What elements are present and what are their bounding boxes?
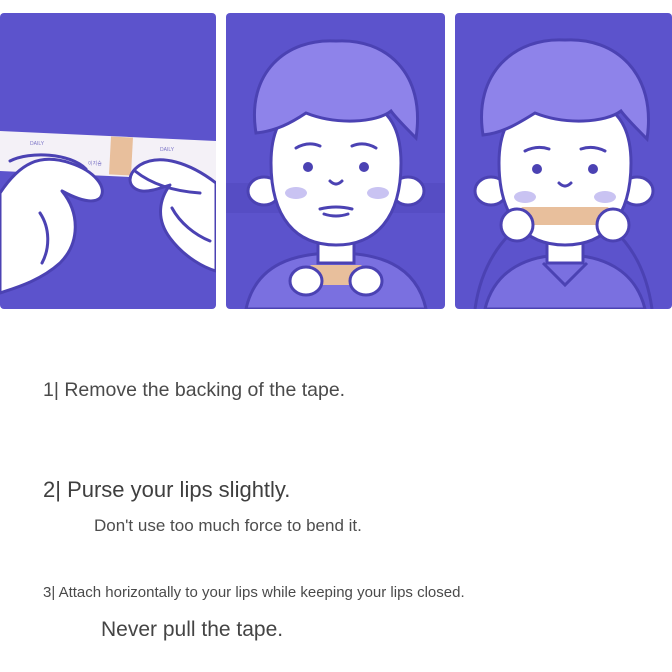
left-hand bbox=[288, 265, 324, 297]
hands-peeling-tape-illustration: DAILY 이지숨 DAILY bbox=[0, 13, 216, 309]
illustration-purse-lips bbox=[226, 13, 445, 309]
tape-print-right: DAILY bbox=[160, 147, 175, 153]
tape-print-mid: 이지숨 bbox=[88, 160, 102, 167]
right-hand bbox=[595, 207, 631, 243]
right-hand bbox=[348, 265, 384, 297]
illustration-remove-backing: DAILY 이지숨 DAILY bbox=[0, 13, 216, 309]
step-1-title: 1| Remove the backing of the tape. bbox=[43, 379, 346, 401]
left-hand bbox=[499, 207, 535, 243]
boy-holding-tape-illustration bbox=[226, 13, 445, 309]
boy-taping-mouth-illustration bbox=[455, 13, 672, 309]
step-3-title: 3| Attach horizontally to your lips whil… bbox=[43, 584, 465, 601]
step-2-title: 2| Purse your lips slightly. bbox=[43, 477, 291, 502]
tape-print-left: DAILY bbox=[30, 141, 45, 147]
step-2-note: Don't use too much force to bend it. bbox=[94, 516, 362, 535]
illustration-attach-tape bbox=[455, 13, 672, 309]
step-3-note: Never pull the tape. bbox=[101, 618, 284, 641]
